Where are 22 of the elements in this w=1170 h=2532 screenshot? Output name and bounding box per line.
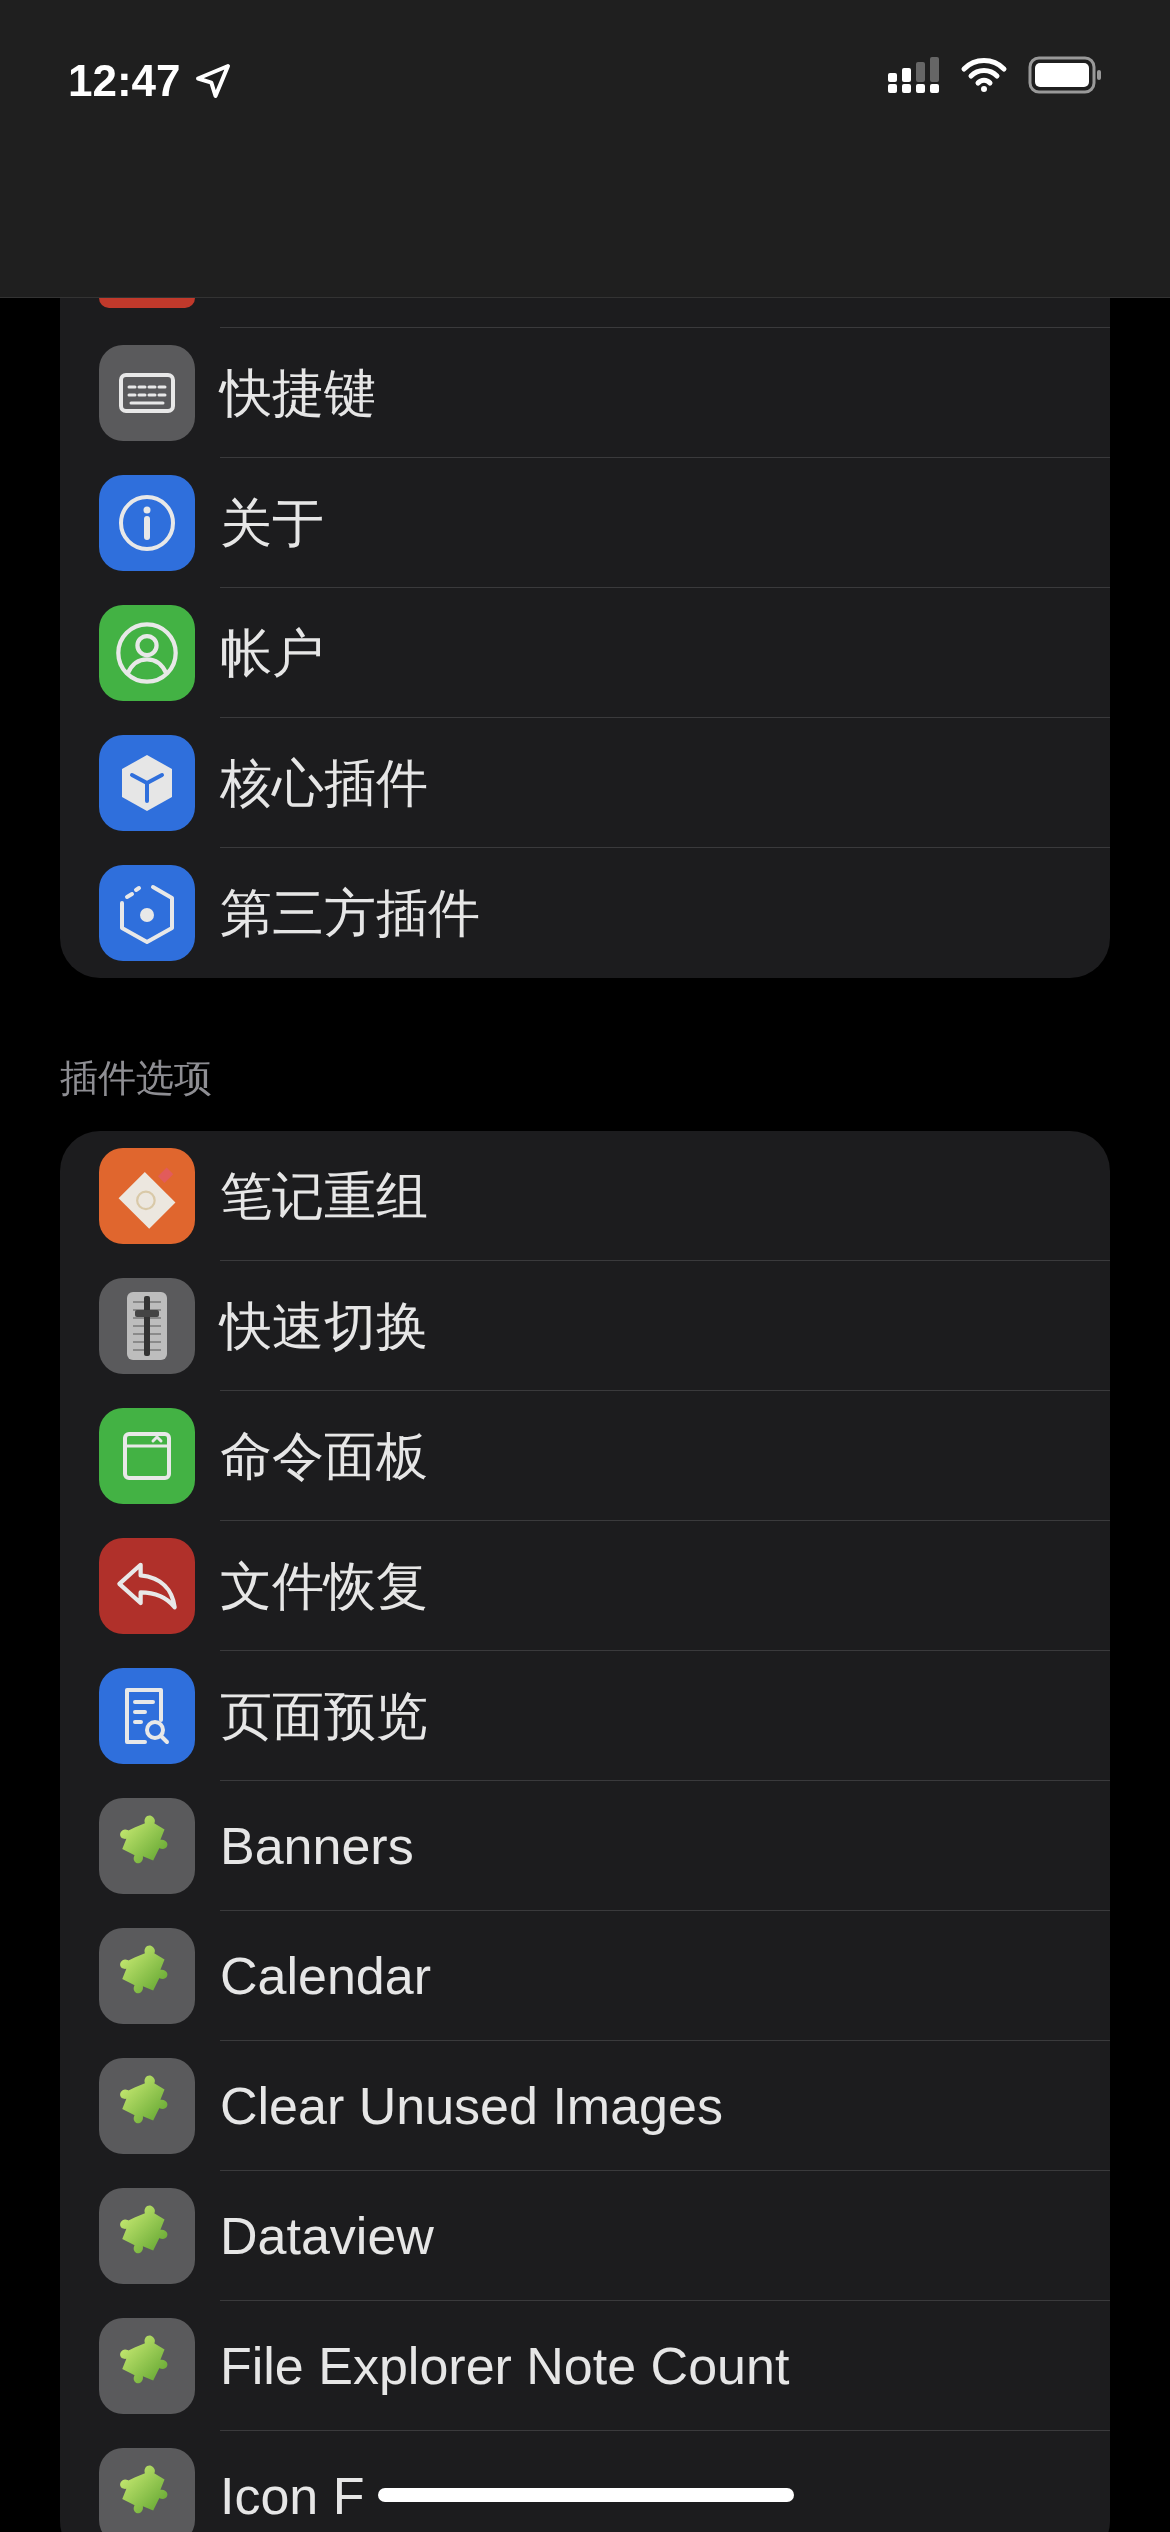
settings-item[interactable]: Clear Unused Images <box>220 2066 723 2145</box>
account-icon <box>113 619 181 687</box>
settings-item[interactable]: 帐户 <box>220 613 324 692</box>
settings-item[interactable]: 第三方插件 <box>220 874 480 952</box>
clock: 12:47 <box>68 55 181 107</box>
settings-item[interactable]: Dataview <box>220 2196 434 2275</box>
signal-icon <box>888 57 940 93</box>
settings-item[interactable]: 快速切换 <box>220 1286 428 1365</box>
settings-item[interactable]: 快捷键 <box>220 353 376 432</box>
settings-item[interactable]: Banners <box>220 1806 414 1885</box>
section-header: 插件选项 <box>60 1057 212 1099</box>
settings-item[interactable]: 核心插件 <box>220 743 428 822</box>
battery-icon <box>1028 56 1102 94</box>
settings-item[interactable]: 命令面板 <box>220 1416 428 1495</box>
wifi-icon <box>960 57 1008 93</box>
settings-item[interactable]: 笔记重组 <box>220 1156 428 1235</box>
settings-item[interactable]: Calendar <box>220 1936 432 2015</box>
settings-item[interactable]: 页面预览 <box>220 1676 428 1755</box>
settings-item[interactable]: 关于 <box>220 483 324 562</box>
settings-item[interactable]: Icon F <box>220 2457 365 2532</box>
settings-item[interactable]: File Explorer Note Count <box>220 2326 790 2405</box>
settings-item[interactable]: 文件恢复 <box>220 1546 428 1625</box>
